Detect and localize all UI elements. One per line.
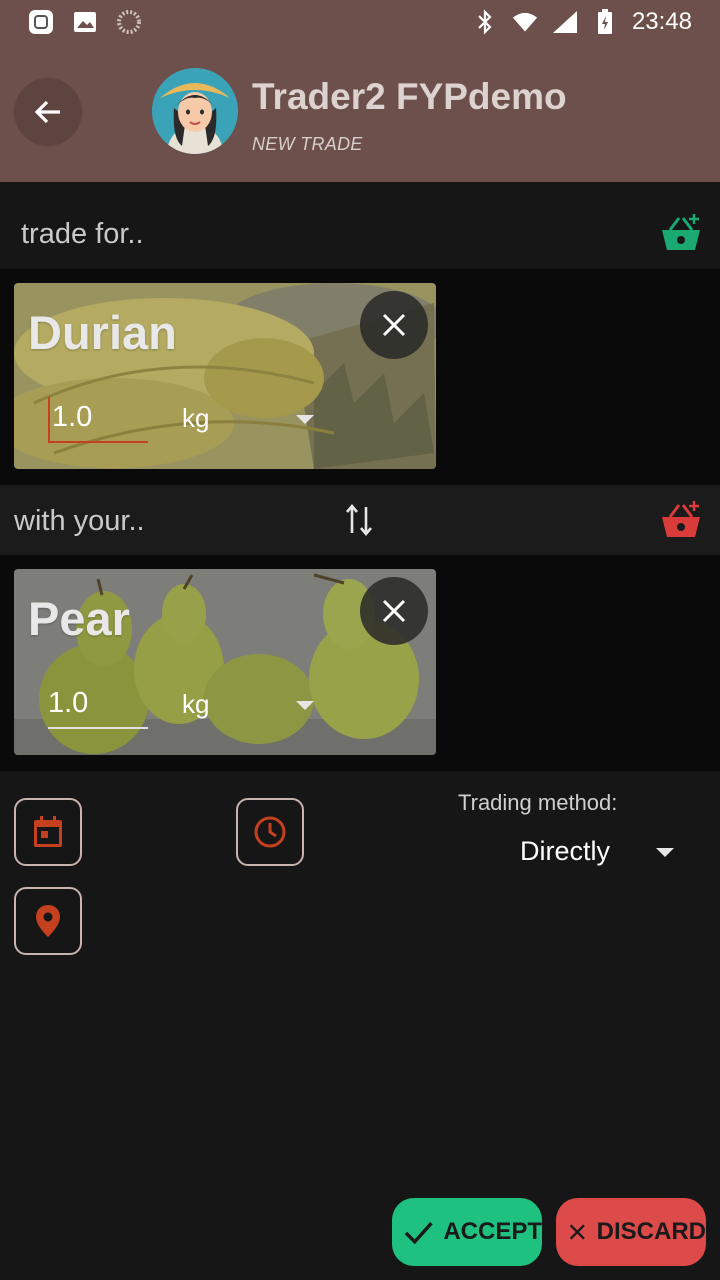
back-button[interactable]	[14, 78, 82, 146]
with-your-list: Pear 1.0 kg	[0, 555, 720, 771]
durian-name: Durian	[28, 306, 177, 359]
pear-card[interactable]: Pear 1.0 kg	[14, 569, 436, 755]
accept-button[interactable]: ACCEPT	[392, 1198, 542, 1266]
arrow-left-icon	[34, 100, 60, 124]
status-bar: 23:48	[0, 0, 720, 44]
date-picker-button[interactable]	[14, 798, 82, 866]
cell-signal-icon	[552, 9, 578, 35]
swap-button[interactable]	[344, 503, 374, 542]
with-your-label: with your..	[14, 505, 145, 537]
time-picker-button[interactable]	[236, 798, 304, 866]
close-icon	[382, 599, 406, 623]
close-icon	[569, 1224, 585, 1240]
trade-for-list: Durian 1.0 kg	[0, 269, 720, 485]
trade-for-label: trade for..	[21, 218, 144, 250]
loading-icon	[116, 9, 142, 35]
gallery-icon	[72, 9, 98, 35]
text-cursor	[48, 397, 50, 441]
durian-quantity-value: 1.0	[52, 401, 93, 433]
basket-add-icon	[662, 501, 700, 537]
pear-quantity-input[interactable]: 1.0	[48, 683, 148, 729]
pear-quantity-value: 1.0	[48, 687, 89, 719]
status-time: 23:48	[631, 8, 692, 35]
with-your-header: with your..	[0, 485, 720, 555]
durian-quantity-underline	[48, 441, 148, 443]
add-to-with-your-button[interactable]	[660, 499, 704, 543]
trade-for-header: trade for..	[0, 182, 720, 269]
trading-method-select[interactable]: Directly	[520, 836, 610, 867]
mi-app-icon	[28, 9, 54, 35]
discard-button[interactable]: DISCARD	[556, 1198, 706, 1266]
chevron-down-icon[interactable]	[656, 848, 674, 857]
battery-charging-icon	[592, 9, 618, 35]
pear-unit-select[interactable]: kg	[182, 689, 209, 720]
page-title: Trader2 FYPdemo	[252, 76, 567, 117]
remove-pear-button[interactable]	[360, 577, 428, 645]
chevron-down-icon[interactable]	[296, 701, 314, 710]
pear-name: Pear	[28, 592, 130, 645]
pear-quantity-underline	[48, 727, 148, 729]
durian-unit-select[interactable]: kg	[182, 403, 209, 434]
location-picker-button[interactable]	[14, 887, 82, 955]
avatar[interactable]	[152, 68, 238, 154]
bluetooth-icon	[472, 9, 498, 35]
trading-method-label: Trading method:	[458, 790, 618, 815]
clock-icon	[254, 816, 286, 848]
add-to-trade-for-button[interactable]	[660, 212, 704, 256]
basket-add-icon	[662, 214, 700, 250]
durian-card[interactable]: Durian 1.0 kg	[14, 283, 436, 469]
durian-quantity-input[interactable]: 1.0	[48, 397, 148, 443]
wifi-icon	[512, 9, 538, 35]
chevron-down-icon[interactable]	[296, 415, 314, 424]
remove-durian-button[interactable]	[360, 291, 428, 359]
app-bar: Trader2 FYPdemo NEW TRADE	[0, 44, 720, 182]
discard-label: DISCARD	[596, 1218, 706, 1245]
swap-vertical-icon	[346, 503, 372, 537]
page-subtitle: NEW TRADE	[252, 134, 363, 154]
close-icon	[382, 313, 406, 337]
check-icon	[404, 1222, 433, 1245]
accept-label: ACCEPT	[443, 1218, 542, 1245]
calendar-icon	[34, 816, 62, 847]
location-pin-icon	[36, 905, 60, 937]
